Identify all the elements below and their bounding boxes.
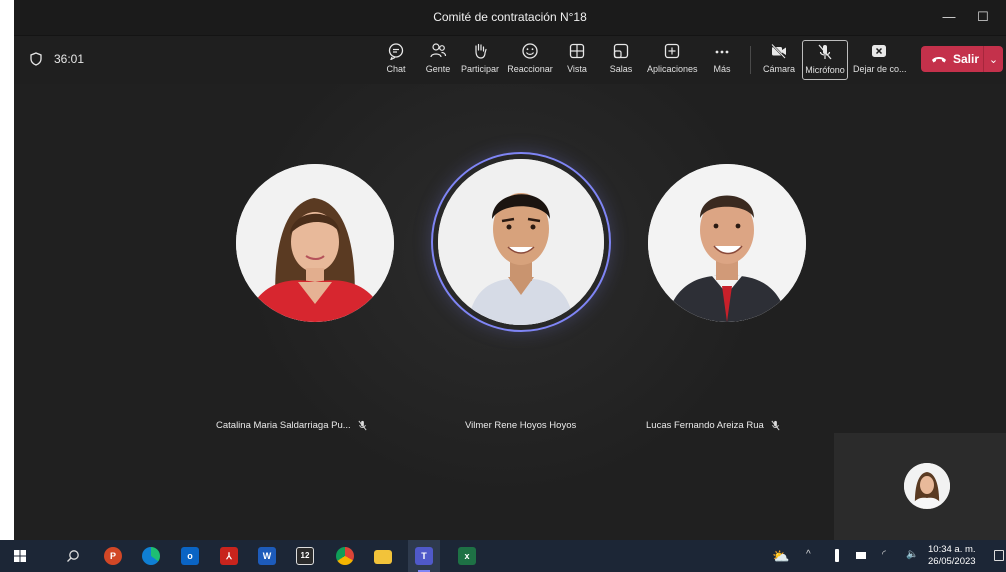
leave-main[interactable]: Salir (921, 46, 983, 72)
more-icon (715, 50, 729, 54)
elapsed-time: 36:01 (54, 52, 85, 66)
more-label: Más (713, 64, 731, 74)
mic-off-icon (358, 420, 367, 431)
view-label: Vista (567, 64, 587, 74)
participant-tile[interactable]: Catalina Maria Saldarriaga Pu... (216, 164, 394, 431)
system-clock[interactable]: 10:34 a. m. 26/05/2023 (928, 544, 976, 568)
volume-icon[interactable]: 🔈 (906, 549, 918, 560)
participant-tile[interactable]: Lucas Fernando Areiza Rua (646, 164, 806, 431)
notifications-icon[interactable] (994, 550, 1004, 561)
usb-icon[interactable] (835, 549, 839, 562)
rooms-label: Salas (609, 64, 633, 74)
search-icon[interactable] (66, 549, 80, 563)
participant-photo (648, 164, 806, 322)
avatar (236, 164, 394, 322)
file-explorer-icon[interactable] (374, 550, 392, 564)
word-icon[interactable]: W (258, 547, 276, 565)
react-button[interactable]: Reaccionar (505, 42, 555, 74)
participant-photo (438, 159, 604, 325)
self-avatar (904, 463, 950, 509)
acrobat-icon[interactable]: ⅄ (220, 547, 238, 565)
stop-sharing-label: Dejar de co... (853, 64, 907, 74)
camera-label: Cámara (762, 64, 795, 74)
edge-icon[interactable] (142, 547, 160, 565)
participant-name: Lucas Fernando Areiza Rua (646, 420, 764, 431)
avatar (648, 164, 806, 322)
shield-icon (30, 52, 42, 66)
title-bar: Comité de contratación N°18 — ☐ (14, 0, 1006, 36)
camera-off-icon (771, 43, 786, 59)
avatar (438, 159, 604, 325)
view-button[interactable]: Vista (552, 42, 602, 74)
minimize-button[interactable]: — (934, 6, 964, 28)
react-label: Reaccionar (507, 64, 553, 74)
apps-label: Aplicaciones (647, 64, 698, 74)
clock-date: 26/05/2023 (928, 556, 976, 567)
windows-start-icon[interactable] (14, 550, 26, 562)
meeting-toolbar: 36:01 Chat Gente Participar Reaccionar V… (14, 36, 1006, 84)
speaking-ring (431, 152, 611, 332)
calendar-icon[interactable]: 12 (296, 547, 314, 565)
add-app-icon (664, 43, 680, 59)
more-button[interactable]: Más (697, 42, 747, 74)
raise-hand-label: Participar (460, 64, 499, 74)
mic-button[interactable]: Micrófono (802, 40, 848, 80)
powerpoint-icon[interactable]: P (104, 547, 122, 565)
chrome-icon[interactable] (336, 547, 354, 565)
hang-up-icon (932, 57, 946, 63)
maximize-button[interactable]: ☐ (968, 6, 998, 28)
wifi-icon[interactable]: ◜ (882, 549, 886, 560)
leave-button[interactable]: Salir ⌄ (921, 46, 1003, 72)
people-icon (430, 43, 447, 58)
hand-icon (475, 43, 487, 59)
stop-sharing-button[interactable]: Dejar de co... (853, 42, 907, 74)
chevron-up-icon[interactable]: ^ (806, 549, 811, 560)
self-photo (904, 463, 950, 509)
clock-time: 10:34 a. m. (928, 544, 976, 555)
camera-button[interactable]: Cámara (754, 42, 804, 74)
participant-name-row: Catalina Maria Saldarriaga Pu... (216, 420, 368, 431)
window-title: Comité de contratación N°18 (433, 10, 587, 24)
participant-name: Catalina Maria Saldarriaga Pu... (216, 420, 351, 431)
apps-button[interactable]: Aplicaciones (647, 42, 698, 74)
leave-label: Salir (953, 52, 980, 66)
mic-off-icon (818, 44, 832, 60)
self-view[interactable] (834, 433, 1006, 540)
teams-active-slot[interactable]: T (408, 540, 440, 572)
chat-icon (388, 43, 404, 60)
stop-share-icon (872, 45, 886, 57)
windows-taskbar: P o ⅄ W 12 T x ⛅ ^ ◜ 🔈 10:34 a. m. 26/05… (0, 540, 1006, 572)
outlook-icon[interactable]: o (181, 547, 199, 565)
mic-label: Micrófono (805, 65, 845, 75)
grid-view-icon (569, 43, 585, 59)
rooms-button[interactable]: Salas (596, 42, 646, 74)
participant-photo (236, 164, 394, 322)
battery-icon[interactable] (856, 552, 866, 559)
participant-name: Vilmer Rene Hoyos Hoyos (465, 420, 577, 431)
chevron-down-icon[interactable]: ⌄ (984, 53, 1003, 66)
breakout-rooms-icon (613, 43, 629, 59)
mic-off-icon (771, 420, 780, 431)
participant-tile-speaking[interactable]: Vilmer Rene Hoyos Hoyos (431, 152, 611, 431)
excel-icon[interactable]: x (458, 547, 476, 565)
smiley-icon (522, 43, 538, 59)
meeting-timer: 36:01 (30, 52, 84, 66)
teams-window: Comité de contratación N°18 — ☐ 36:01 Ch… (14, 0, 1006, 540)
weather-icon[interactable]: ⛅ (772, 547, 790, 565)
teams-icon[interactable]: T (415, 547, 433, 565)
raise-hand-button[interactable]: Participar (455, 42, 505, 74)
toolbar-divider (750, 46, 751, 74)
participant-name-row: Lucas Fernando Areiza Rua (646, 420, 781, 431)
participant-name-row: Vilmer Rene Hoyos Hoyos (465, 420, 576, 431)
